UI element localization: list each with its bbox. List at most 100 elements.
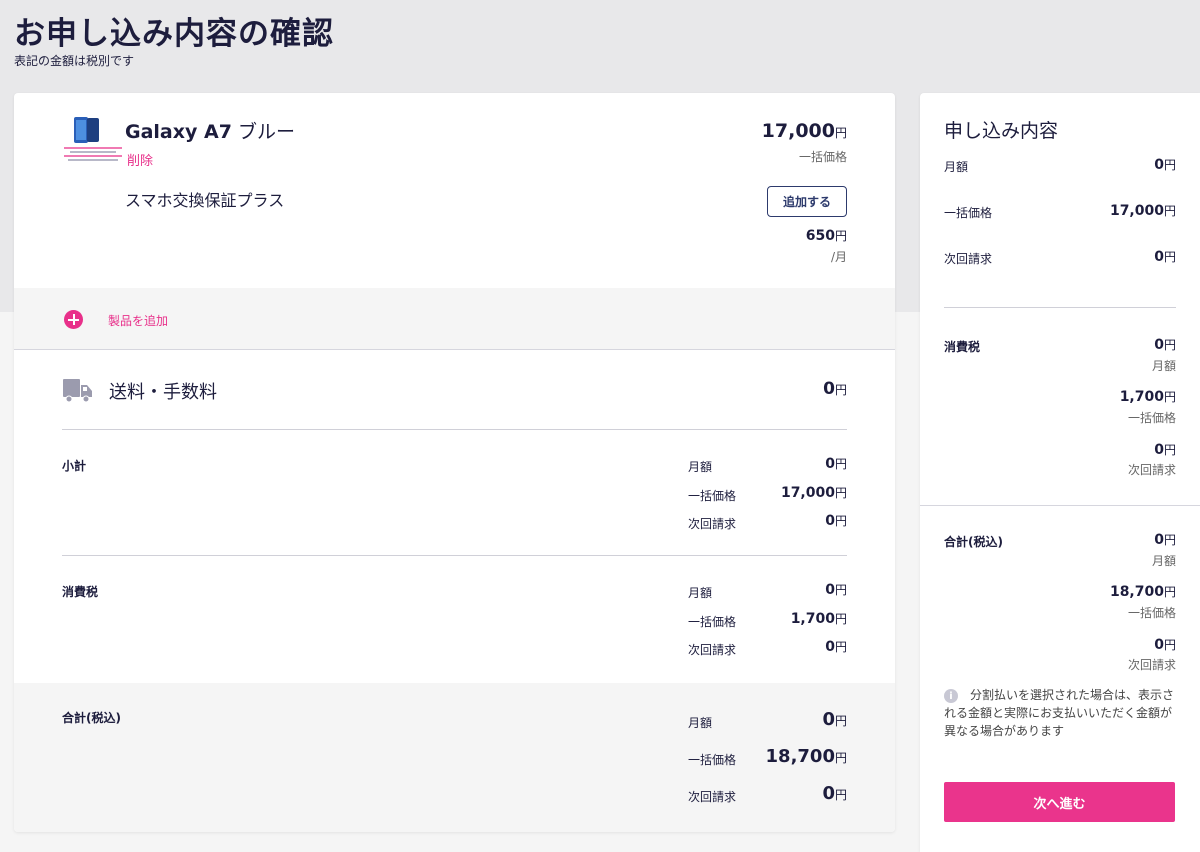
amount: 0 (825, 513, 835, 529)
tax-lump-label: 一括価格 (688, 615, 737, 629)
amount: 0 (1154, 249, 1164, 265)
yen-unit: 円 (834, 383, 847, 397)
amount: 0 (825, 456, 835, 472)
subtotal-monthly-value: 0円 (825, 455, 847, 472)
total-monthly-value: 0円 (822, 709, 847, 730)
tax-lump-value: 1,700円 (791, 610, 847, 627)
amount: 1,700 (790, 611, 835, 627)
option-price-caption: /月 (830, 250, 847, 264)
amount: 0 (825, 582, 835, 598)
summary-tax-lump-caption: 一括価格 (1127, 411, 1176, 425)
yen-unit: 円 (834, 457, 847, 471)
summary-total-lump-caption: 一括価格 (1127, 606, 1176, 620)
summary-card: 申し込み内容 月額 0円 一括価格 17,000円 次回請求 0円 消費税 0円… (920, 93, 1200, 852)
yen-unit: 円 (834, 612, 847, 626)
plus-circle-icon[interactable] (64, 310, 83, 329)
shipping-label: 送料・手数料 (109, 382, 217, 403)
summary-lump-label: 一括価格 (944, 206, 993, 220)
option-price-value: 650 (805, 228, 835, 244)
yen-unit: 円 (834, 229, 847, 243)
option-name: スマホ交換保証プラス (125, 191, 285, 210)
summary-total-next-caption: 次回請求 (1127, 658, 1176, 672)
summary-tax-monthly-value: 0円 (1154, 336, 1176, 353)
yen-unit: 円 (1163, 390, 1176, 404)
yen-unit: 円 (834, 583, 847, 597)
summary-tax-next-caption: 次回請求 (1127, 463, 1176, 477)
tax-monthly-label: 月額 (688, 586, 713, 600)
divider (920, 505, 1200, 506)
total-next-label: 次回請求 (688, 790, 737, 804)
amount: 0 (1154, 532, 1164, 548)
total-lump-value: 18,700円 (766, 746, 847, 767)
summary-tax-title: 消費税 (944, 340, 981, 354)
add-option-button[interactable]: 追加する (767, 186, 847, 217)
add-product-label[interactable]: 製品を追加 (108, 312, 168, 329)
divider (62, 429, 847, 430)
tax-next-label: 次回請求 (688, 643, 737, 657)
summary-tax-next-value: 0円 (1154, 441, 1176, 458)
summary-total-monthly-value: 0円 (1154, 531, 1176, 548)
total-title: 合計(税込) (62, 711, 121, 725)
summary-tax-lump-value: 1,700円 (1120, 388, 1176, 405)
amount: 0 (1154, 442, 1164, 458)
amount: 0 (1154, 637, 1164, 653)
yen-unit: 円 (1163, 443, 1176, 457)
subtotal-next-value: 0円 (825, 512, 847, 529)
product-price: 17,000円 (762, 120, 847, 142)
summary-next-label: 次回請求 (944, 252, 993, 266)
yen-unit: 円 (834, 514, 847, 528)
amount: 17,000 (780, 485, 835, 501)
total-monthly-label: 月額 (688, 716, 713, 730)
amount: 0 (1154, 157, 1164, 173)
product-thumbnail (62, 115, 124, 163)
yen-unit: 円 (834, 714, 847, 728)
summary-tax-monthly-caption: 月額 (1151, 359, 1176, 373)
amount: 18,700 (765, 746, 835, 767)
shipping-amount: 0 (823, 379, 835, 399)
amount: 0 (822, 709, 835, 730)
summary-title: 申し込み内容 (944, 120, 1059, 142)
total-section: 合計(税込) 月額 0円 一括価格 18,700円 次回請求 0円 (14, 683, 895, 832)
amount: 18,700 (1109, 584, 1164, 600)
yen-unit: 円 (1163, 533, 1176, 547)
amount: 0 (825, 639, 835, 655)
yen-unit: 円 (1163, 250, 1176, 264)
add-product-row[interactable]: 製品を追加 (14, 288, 895, 350)
yen-unit: 円 (834, 126, 847, 140)
truck-icon (63, 377, 93, 403)
installment-note: 分割払いを選択された場合は、表示される金額と実際にお支払いいただく金額が異なる場… (944, 688, 1175, 738)
order-detail-card: Galaxy A7 ブルー 削除 17,000円 一括価格 スマホ交換保証プラス… (14, 93, 895, 832)
product-price-caption: 一括価格 (798, 150, 847, 164)
yen-unit: 円 (1163, 158, 1176, 172)
delete-product-link[interactable]: 削除 (127, 150, 153, 169)
yen-unit: 円 (1163, 585, 1176, 599)
subtotal-lump-value: 17,000円 (781, 484, 847, 501)
amount: 17,000 (1109, 203, 1164, 219)
total-next-value: 0円 (822, 783, 847, 804)
summary-total-title: 合計(税込) (944, 535, 1003, 549)
yen-unit: 円 (1163, 338, 1176, 352)
subtotal-title: 小計 (62, 459, 87, 473)
summary-lump-value: 17,000円 (1110, 202, 1176, 219)
divider (62, 555, 847, 556)
product-price-value: 17,000 (761, 120, 835, 142)
amount: 0 (822, 783, 835, 804)
tax-next-value: 0円 (825, 638, 847, 655)
amount: 0 (1154, 337, 1164, 353)
summary-total-lump-value: 18,700円 (1110, 583, 1176, 600)
summary-next-value: 0円 (1154, 248, 1176, 265)
next-button[interactable]: 次へ進む (944, 782, 1175, 822)
yen-unit: 円 (834, 751, 847, 765)
page-title: お申し込み内容の確認 (14, 16, 334, 52)
divider (944, 307, 1176, 308)
option-price: 650円 (806, 227, 847, 244)
subtotal-lump-label: 一括価格 (688, 489, 737, 503)
summary-monthly-label: 月額 (944, 160, 969, 174)
yen-unit: 円 (834, 788, 847, 802)
yen-unit: 円 (1163, 638, 1176, 652)
shipping-value: 0円 (823, 379, 847, 399)
amount: 1,700 (1119, 389, 1164, 405)
product-color: ブルー (231, 121, 295, 143)
page-subtitle: 表記の金額は税別です (14, 54, 135, 68)
yen-unit: 円 (1163, 204, 1176, 218)
